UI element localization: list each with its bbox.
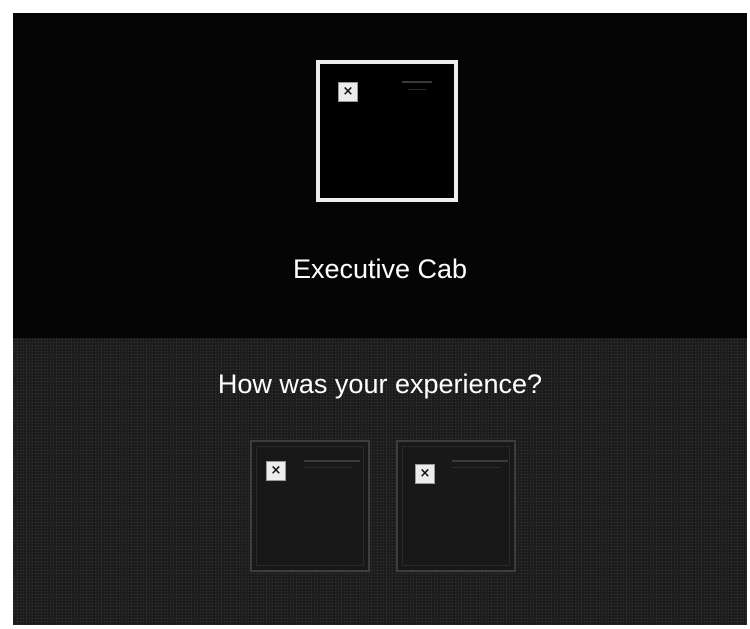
broken-image-icon: × [415,464,435,484]
alt-text-placeholder [452,460,508,462]
alt-text-placeholder [402,81,432,83]
broken-image-icon: × [338,82,358,102]
alt-text-placeholder [408,89,426,90]
broken-image-icon: × [266,461,286,481]
ride-feedback-screen: × Executive Cab How was your experience?… [13,13,747,625]
rating-option-1-button[interactable]: × [250,440,370,572]
alt-text-placeholder [452,467,500,468]
vehicle-panel: × Executive Cab [13,13,747,338]
vehicle-title: Executive Cab [292,254,468,284]
alt-text-placeholder [304,467,352,468]
rating-option-2-button[interactable]: × [396,440,516,572]
vehicle-image: × [316,60,458,202]
alt-text-placeholder [304,460,360,462]
feedback-question: How was your experience? [217,369,543,399]
